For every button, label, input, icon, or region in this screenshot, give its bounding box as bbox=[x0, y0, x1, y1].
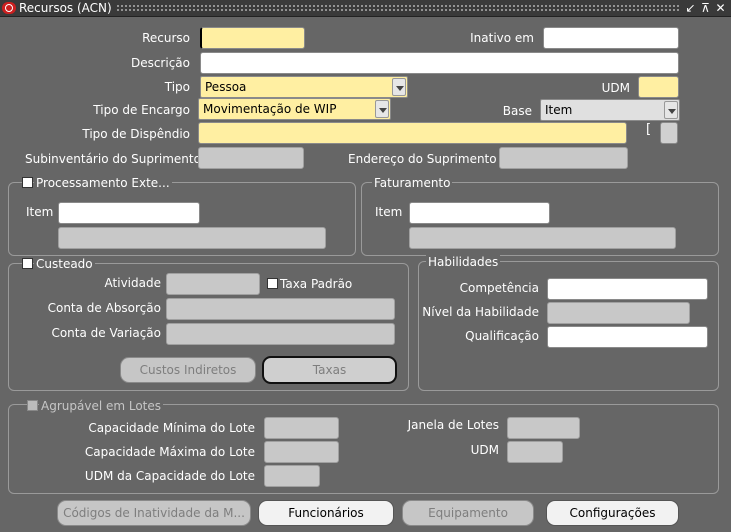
taxa-padrao-checkbox[interactable] bbox=[267, 278, 278, 289]
descricao-label: Descrição bbox=[130, 56, 190, 70]
udm-input[interactable] bbox=[638, 76, 679, 98]
configuracoes-button[interactable]: Configurações bbox=[546, 500, 679, 526]
recurso-input[interactable] bbox=[200, 27, 305, 49]
tipo-select[interactable]: Pessoa bbox=[200, 76, 408, 98]
subinventario-label: Subinventário do Suprimento bbox=[25, 152, 201, 166]
qualificacao-label: Qualificação bbox=[465, 329, 539, 343]
processamento-item-label: Item bbox=[26, 205, 54, 219]
processamento-item-input[interactable] bbox=[58, 202, 200, 224]
faturamento-item-input[interactable] bbox=[409, 202, 550, 224]
oracle-logo-icon bbox=[2, 2, 16, 14]
tipo-encargo-value: Movimentação de WIP bbox=[203, 102, 337, 116]
habilidades-title: Habilidades bbox=[426, 255, 501, 269]
cap-max-input[interactable] bbox=[264, 441, 339, 463]
competencia-input[interactable] bbox=[547, 278, 708, 300]
chevron-down-icon[interactable] bbox=[375, 100, 389, 118]
udm-cap-input[interactable] bbox=[264, 465, 320, 487]
recurso-label: Recurso bbox=[142, 31, 190, 45]
cap-min-input[interactable] bbox=[264, 417, 339, 439]
base-label: Base bbox=[502, 104, 532, 118]
tipo-encargo-label: Tipo de Encargo bbox=[93, 103, 190, 117]
base-select-value: Item bbox=[545, 103, 573, 117]
conta-variacao-input[interactable] bbox=[166, 323, 395, 345]
processamento-checkbox[interactable] bbox=[22, 177, 33, 188]
tipo-encargo-select[interactable]: Movimentação de WIP bbox=[198, 98, 391, 120]
taxa-padrao-label: Taxa Padrão bbox=[280, 277, 353, 291]
atividade-input[interactable] bbox=[166, 273, 260, 295]
nivel-label: Nível da Habilidade bbox=[422, 305, 539, 319]
tipo-select-value: Pessoa bbox=[205, 80, 247, 94]
endereco-input[interactable] bbox=[499, 147, 628, 169]
close-icon[interactable]: ✕ bbox=[713, 0, 728, 16]
descricao-input[interactable] bbox=[200, 52, 679, 74]
tipo-dispendio-label: Tipo de Dispêndio bbox=[82, 127, 190, 141]
custeado-checkbox[interactable] bbox=[22, 258, 33, 269]
udm-label: UDM bbox=[601, 81, 630, 95]
chevron-down-icon[interactable] bbox=[392, 78, 406, 96]
conta-absorcao-label: Conta de Absorção bbox=[47, 301, 161, 315]
equipamento-button[interactable]: Equipamento bbox=[402, 500, 534, 526]
flexfield-box[interactable] bbox=[660, 122, 678, 144]
funcionarios-button[interactable]: Funcionários bbox=[258, 500, 394, 526]
taxas-button[interactable]: Taxas bbox=[262, 356, 397, 384]
base-select[interactable]: Item bbox=[540, 99, 680, 121]
cap-min-label: Capacidade Mínima do Lote bbox=[88, 421, 255, 435]
faturamento-item-label: Item bbox=[375, 205, 403, 219]
window-title: Recursos (ACN) bbox=[19, 1, 112, 15]
processamento-item-desc bbox=[58, 227, 326, 249]
tipo-label: Tipo bbox=[164, 80, 190, 94]
inativo-label: Inativo em bbox=[470, 31, 534, 45]
subinventario-input[interactable] bbox=[198, 147, 304, 169]
lotes-title: Agrupável em Lotes bbox=[39, 399, 164, 413]
faturamento-title: Faturamento bbox=[372, 176, 453, 190]
tipo-dispendio-input[interactable] bbox=[198, 122, 627, 144]
janela-input[interactable] bbox=[507, 417, 580, 439]
competencia-label: Competência bbox=[459, 281, 539, 295]
flexfield-bracket: [ bbox=[646, 122, 652, 137]
window-titlebar: Recursos (ACN) ↙ ⊼ ✕ bbox=[0, 0, 731, 17]
conta-absorcao-input[interactable] bbox=[166, 298, 395, 320]
lotes-udm-label: UDM bbox=[470, 443, 499, 457]
custos-indiretos-button[interactable]: Custos Indiretos bbox=[120, 357, 256, 383]
minimize-icon[interactable]: ↙ bbox=[683, 0, 698, 16]
faturamento-item-desc bbox=[409, 227, 676, 249]
conta-variacao-label: Conta de Variação bbox=[51, 326, 161, 340]
janela-label: Janela de Lotes bbox=[407, 418, 499, 432]
titlebar-grip[interactable] bbox=[116, 4, 679, 12]
cap-max-label: Capacidade Máxima do Lote bbox=[84, 445, 255, 459]
nivel-input[interactable] bbox=[547, 302, 690, 324]
custeado-title: Custeado bbox=[34, 257, 95, 271]
endereco-label: Endereço do Suprimento bbox=[348, 152, 497, 166]
lotes-checkbox[interactable] bbox=[27, 400, 38, 411]
inativo-date-input[interactable] bbox=[543, 27, 679, 49]
processamento-title: Processamento Exte... bbox=[34, 176, 172, 190]
udm-cap-label: UDM da Capacidade do Lote bbox=[84, 469, 255, 483]
chevron-down-icon[interactable] bbox=[664, 101, 678, 119]
codigos-inatividade-button[interactable]: Códigos de Inatividade da M... bbox=[57, 500, 251, 526]
lotes-udm-input[interactable] bbox=[507, 441, 563, 463]
qualificacao-input[interactable] bbox=[547, 326, 708, 348]
atividade-label: Atividade bbox=[104, 276, 161, 290]
maximize-icon[interactable]: ⊼ bbox=[698, 0, 713, 16]
